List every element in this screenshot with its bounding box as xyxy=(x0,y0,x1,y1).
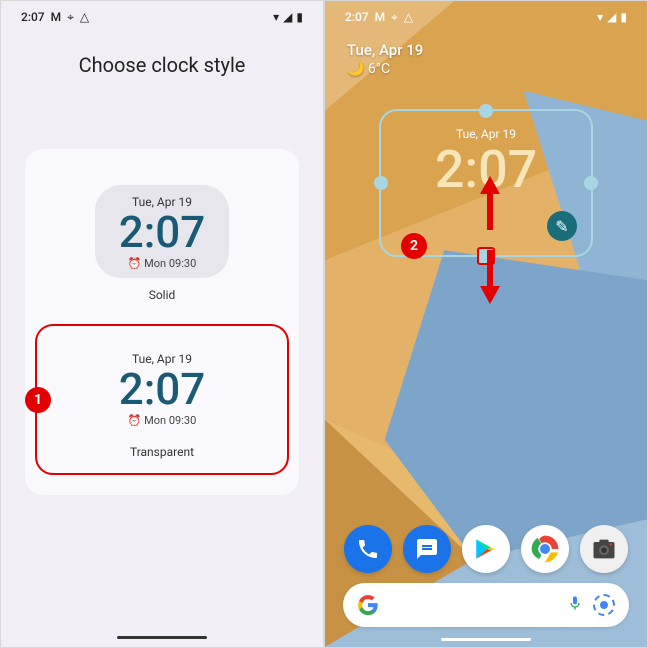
nav-handle[interactable] xyxy=(117,636,207,639)
mic-icon[interactable] xyxy=(567,593,583,618)
home-date[interactable]: Tue, Apr 19 xyxy=(347,41,423,59)
battery-icon: ▮ xyxy=(296,10,303,24)
gmail-icon: M xyxy=(51,10,62,24)
style-label: Transparent xyxy=(45,445,279,459)
resize-handle-right[interactable] xyxy=(584,176,598,190)
share-icon: ⌖ xyxy=(391,10,398,25)
messages-app-icon[interactable] xyxy=(403,525,451,573)
resize-arrows xyxy=(480,176,500,304)
annotation-marker-2: 2 xyxy=(401,233,427,259)
clock-alarm: ⏰ Mon 09:30 xyxy=(119,257,206,270)
google-logo-icon xyxy=(357,594,379,616)
triangle-icon: △ xyxy=(80,10,89,24)
wifi-icon: ▾ xyxy=(597,10,603,24)
camera-app-icon[interactable] xyxy=(580,525,628,573)
play-store-app-icon[interactable] xyxy=(462,525,510,573)
resize-handle-left[interactable] xyxy=(374,176,388,190)
triangle-icon: △ xyxy=(404,10,413,24)
signal-icon: ◢ xyxy=(283,10,292,24)
gmail-icon: M xyxy=(375,10,386,24)
signal-icon: ◢ xyxy=(607,10,616,24)
nav-handle[interactable] xyxy=(441,638,531,641)
battery-icon: ▮ xyxy=(620,10,627,24)
style-option-solid[interactable]: Tue, Apr 19 2:07 ⏰ Mon 09:30 Solid xyxy=(35,169,289,310)
wifi-icon: ▾ xyxy=(273,10,279,24)
google-search-bar[interactable] xyxy=(343,583,629,627)
clock-time: 2:07 xyxy=(119,209,206,255)
pencil-icon: ✎ xyxy=(555,217,568,236)
style-label: Solid xyxy=(43,288,281,302)
lens-icon[interactable] xyxy=(593,594,615,616)
phone-app-icon[interactable] xyxy=(344,525,392,573)
chrome-app-icon[interactable] xyxy=(521,525,569,573)
edit-widget-button[interactable]: ✎ xyxy=(547,211,577,241)
style-option-transparent[interactable]: 1 Tue, Apr 19 2:07 ⏰ Mon 09:30 Transpare… xyxy=(35,324,289,475)
status-time: 2:07 xyxy=(345,10,369,24)
style-chooser-card: Tue, Apr 19 2:07 ⏰ Mon 09:30 Solid 1 Tue… xyxy=(25,149,299,495)
clock-alarm: ⏰ Mon 09:30 xyxy=(119,414,206,427)
page-title: Choose clock style xyxy=(1,53,323,77)
clock-time: 2:07 xyxy=(119,366,206,412)
annotation-marker-1: 1 xyxy=(25,387,51,413)
home-weather[interactable]: 🌙 6°C xyxy=(347,61,423,77)
resize-handle-top[interactable] xyxy=(479,104,493,118)
status-time: 2:07 xyxy=(21,10,45,24)
share-icon: ⌖ xyxy=(67,10,74,25)
